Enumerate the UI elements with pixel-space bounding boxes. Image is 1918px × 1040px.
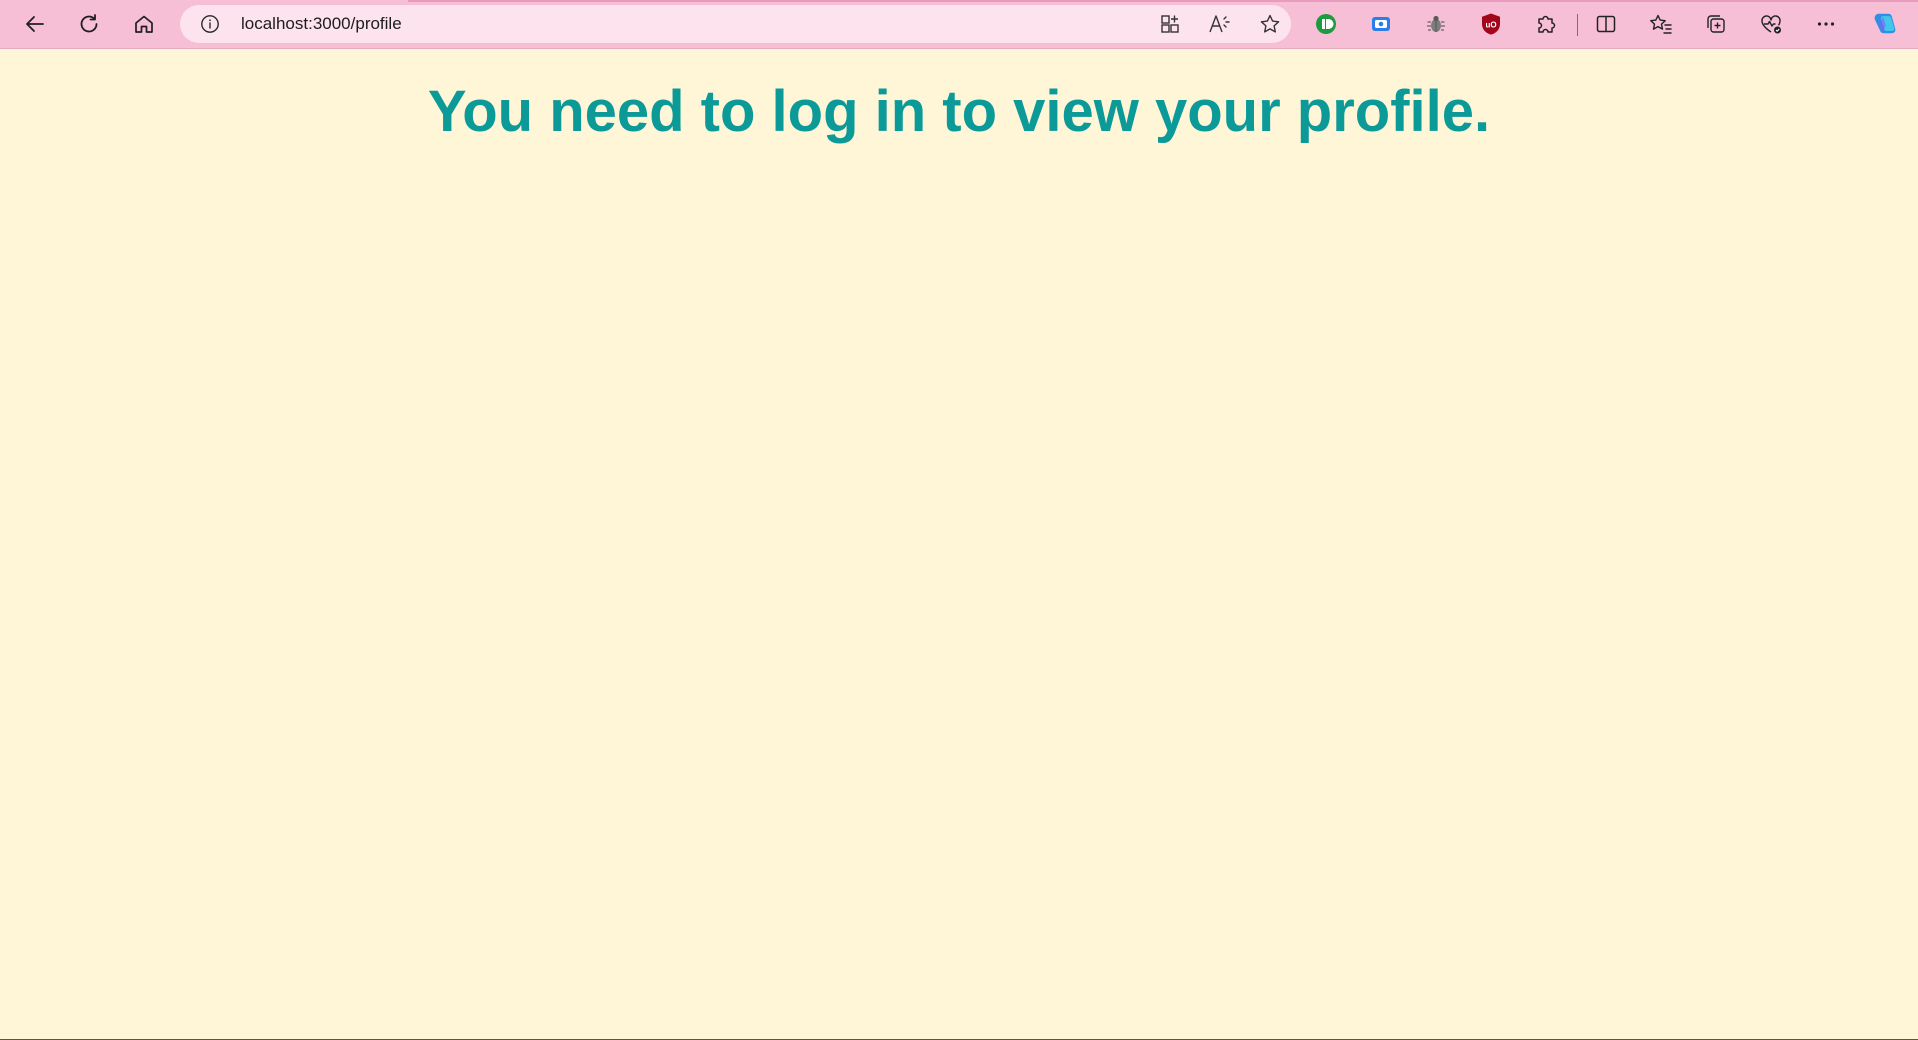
- copilot-button[interactable]: [1872, 11, 1898, 37]
- collections-icon: [1707, 15, 1725, 33]
- app-available-icon: [1161, 15, 1179, 33]
- app-available-button[interactable]: [1158, 12, 1182, 36]
- back-arrow-icon: [26, 16, 44, 32]
- tab-accent-line: [408, 0, 1918, 2]
- more-options-button[interactable]: [1813, 11, 1839, 37]
- collections-button[interactable]: [1703, 11, 1729, 37]
- ublock-shield-icon: uO: [1482, 13, 1500, 35]
- extensions-button[interactable]: [1533, 11, 1559, 37]
- blue-screen-extension-button[interactable]: [1368, 11, 1394, 37]
- favorite-star-icon: [1260, 14, 1280, 33]
- svg-text:uO: uO: [1485, 21, 1496, 30]
- home-icon: [135, 15, 153, 33]
- refresh-button[interactable]: [70, 6, 108, 42]
- copilot-icon: [1874, 13, 1896, 34]
- split-screen-icon: [1596, 15, 1616, 33]
- green-extension-icon: [1316, 14, 1336, 34]
- back-button[interactable]: [16, 6, 54, 42]
- info-icon[interactable]: [200, 14, 220, 34]
- favorite-button[interactable]: [1258, 12, 1282, 36]
- url-text[interactable]: localhost:3000/profile: [241, 14, 402, 34]
- toolbar-separator: [1577, 14, 1578, 36]
- page-heading: You need to log in to view your profile.: [427, 79, 1491, 144]
- browser-essentials-button[interactable]: [1758, 11, 1784, 37]
- favorites-button[interactable]: [1648, 11, 1674, 37]
- green-extension-button[interactable]: [1313, 11, 1339, 37]
- browser-toolbar: localhost:3000/profile uO: [0, 0, 1918, 49]
- ublock-button[interactable]: uO: [1478, 11, 1504, 37]
- page-content: You need to log in to view your profile.: [0, 49, 1918, 1040]
- bug-extension-icon: [1427, 15, 1445, 32]
- read-aloud-button[interactable]: [1208, 12, 1232, 36]
- refresh-icon: [80, 14, 98, 33]
- favorites-icon: [1650, 14, 1672, 34]
- more-options-icon: [1817, 22, 1835, 26]
- read-aloud-icon: [1209, 15, 1230, 33]
- split-screen-button[interactable]: [1593, 11, 1619, 37]
- blue-screen-extension-icon: [1372, 17, 1390, 31]
- address-bar[interactable]: localhost:3000/profile: [180, 5, 1291, 43]
- extensions-puzzle-icon: [1538, 15, 1556, 33]
- bug-extension-button[interactable]: [1423, 11, 1449, 37]
- browser-essentials-icon: [1761, 15, 1781, 34]
- home-button[interactable]: [125, 6, 163, 42]
